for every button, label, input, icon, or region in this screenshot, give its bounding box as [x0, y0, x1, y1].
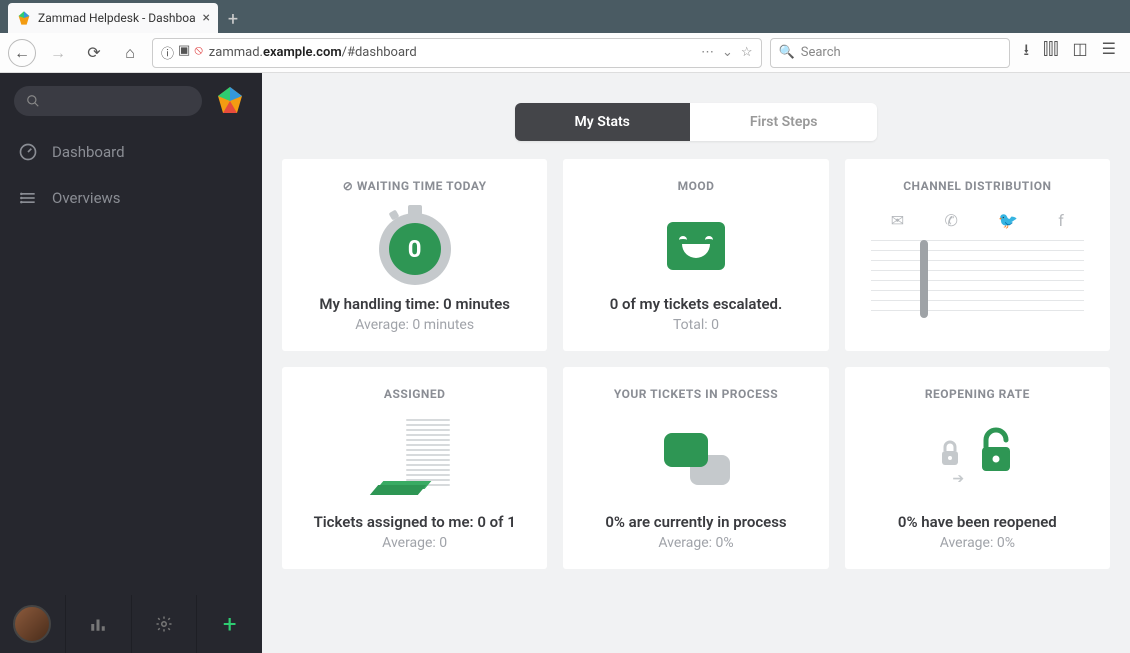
- avatar-button[interactable]: [0, 595, 66, 653]
- card-waiting-time: ⊘ WAITING TIME TODAY 0 My handling time:…: [282, 159, 547, 351]
- card-title: CHANNEL DISTRIBUTION: [861, 179, 1094, 193]
- card-title: YOUR TICKETS IN PROCESS: [579, 387, 812, 401]
- sidebar-item-overviews[interactable]: Overviews: [0, 175, 262, 221]
- chat-bubbles-icon: [660, 429, 732, 489]
- home-button[interactable]: ⌂: [116, 39, 144, 67]
- locks-icon: ➔: [938, 427, 1016, 491]
- search-placeholder: Search: [801, 45, 841, 60]
- mail-icon: ✉: [891, 211, 904, 230]
- card-line2: Average: 0%: [579, 535, 812, 551]
- browser-tab-strip: Zammad Helpdesk - Dashboa × +: [0, 0, 1130, 33]
- site-info-icons: ⓘ ▣ ⦸: [161, 43, 203, 62]
- channel-chart: [871, 240, 1084, 318]
- settings-button[interactable]: [132, 595, 198, 653]
- arrow-icon: ➔: [952, 471, 964, 487]
- sidebar-item-dashboard[interactable]: Dashboard: [0, 129, 262, 175]
- card-assigned: ASSIGNED Tickets assigned to me: 0 of 1 …: [282, 367, 547, 569]
- reader-icon[interactable]: ▣: [178, 43, 190, 62]
- card-line2: Average: 0: [298, 535, 531, 551]
- tracking-icon[interactable]: ⦸: [194, 43, 202, 62]
- card-title: REOPENING RATE: [861, 387, 1094, 401]
- card-title: ASSIGNED: [298, 387, 531, 401]
- more-icon[interactable]: ⋯: [701, 45, 714, 60]
- main-content: My Stats First Steps ⊘ WAITING TIME TODA…: [262, 73, 1130, 653]
- back-button[interactable]: ←: [8, 39, 36, 67]
- reload-button[interactable]: ⟳: [80, 39, 108, 67]
- card-title: ⊘ WAITING TIME TODAY: [298, 179, 531, 193]
- list-icon: [18, 188, 38, 208]
- downloads-icon[interactable]: ⭳: [1024, 39, 1030, 66]
- tab-first-steps[interactable]: First Steps: [690, 103, 878, 141]
- menu-icon[interactable]: ☰: [1102, 39, 1116, 66]
- browser-toolbar: ← → ⟳ ⌂ ⓘ ▣ ⦸ zammad.example.com/#dashbo…: [0, 33, 1130, 73]
- card-line1: 0% are currently in process: [579, 513, 812, 531]
- card-line1: Tickets assigned to me: 0 of 1: [298, 513, 531, 531]
- card-line2: Total: 0: [579, 317, 812, 333]
- avatar: [13, 605, 51, 643]
- url-text: zammad.example.com/#dashboard: [209, 45, 695, 60]
- card-line1: 0 of my tickets escalated.: [579, 295, 812, 313]
- card-title: MOOD: [579, 179, 812, 193]
- search-icon: 🔍: [779, 45, 795, 60]
- card-reopening-rate: REOPENING RATE ➔ 0% have been reopened A…: [845, 367, 1110, 569]
- new-tab-button[interactable]: +: [218, 5, 248, 33]
- favicon-icon: [16, 10, 32, 26]
- gauge-icon: [18, 142, 38, 162]
- sidebar-search-input[interactable]: [14, 86, 202, 116]
- browser-tab[interactable]: Zammad Helpdesk - Dashboa ×: [8, 3, 218, 33]
- library-icon[interactable]: ⫿⫿⫿: [1043, 39, 1058, 66]
- card-line2: Average: 0%: [861, 535, 1094, 551]
- forward-button: →: [44, 39, 72, 67]
- facebook-icon: f: [1058, 211, 1064, 230]
- card-line1: 0% have been reopened: [861, 513, 1094, 531]
- close-tab-icon[interactable]: ×: [203, 10, 210, 26]
- stopwatch-icon: 0: [376, 207, 454, 285]
- tab-my-stats[interactable]: My Stats: [515, 103, 690, 141]
- phone-icon: ✆: [944, 211, 957, 230]
- card-mood: MOOD 0 of my tickets escalated. Total: 0: [563, 159, 828, 351]
- url-bar[interactable]: ⓘ ▣ ⦸ zammad.example.com/#dashboard ⋯ ⌄ …: [152, 38, 762, 68]
- waiting-value: 0: [389, 223, 441, 275]
- smile-bubble-icon: [667, 222, 725, 270]
- search-icon: [26, 94, 40, 108]
- info-icon[interactable]: ⓘ: [161, 43, 174, 62]
- sidebar: Dashboard Overviews +: [0, 73, 262, 653]
- paper-stack-icon: [370, 415, 460, 503]
- pocket-icon[interactable]: ⌄: [722, 45, 733, 60]
- card-channel-distribution: CHANNEL DISTRIBUTION ✉ ✆ 🐦 f: [845, 159, 1110, 351]
- tab-title: Zammad Helpdesk - Dashboa: [38, 11, 196, 25]
- zammad-logo-icon: [212, 83, 248, 119]
- twitter-icon: 🐦: [998, 211, 1018, 230]
- bars-icon: [89, 615, 107, 633]
- sidebar-icon[interactable]: ◫: [1073, 39, 1088, 66]
- gear-icon: [155, 615, 173, 633]
- plus-icon: +: [223, 610, 237, 638]
- card-line1: My handling time: 0 minutes: [298, 295, 531, 313]
- add-button[interactable]: +: [197, 595, 262, 653]
- card-tickets-in-process: YOUR TICKETS IN PROCESS 0% are currently…: [563, 367, 828, 569]
- bookmark-icon[interactable]: ☆: [741, 45, 753, 60]
- card-line2: Average: 0 minutes: [298, 317, 531, 333]
- sidebar-item-label: Dashboard: [52, 143, 125, 161]
- sidebar-item-label: Overviews: [52, 189, 121, 207]
- dashboard-tabs: My Stats First Steps: [515, 103, 878, 141]
- stats-button[interactable]: [66, 595, 132, 653]
- browser-search[interactable]: 🔍 Search: [770, 38, 1010, 68]
